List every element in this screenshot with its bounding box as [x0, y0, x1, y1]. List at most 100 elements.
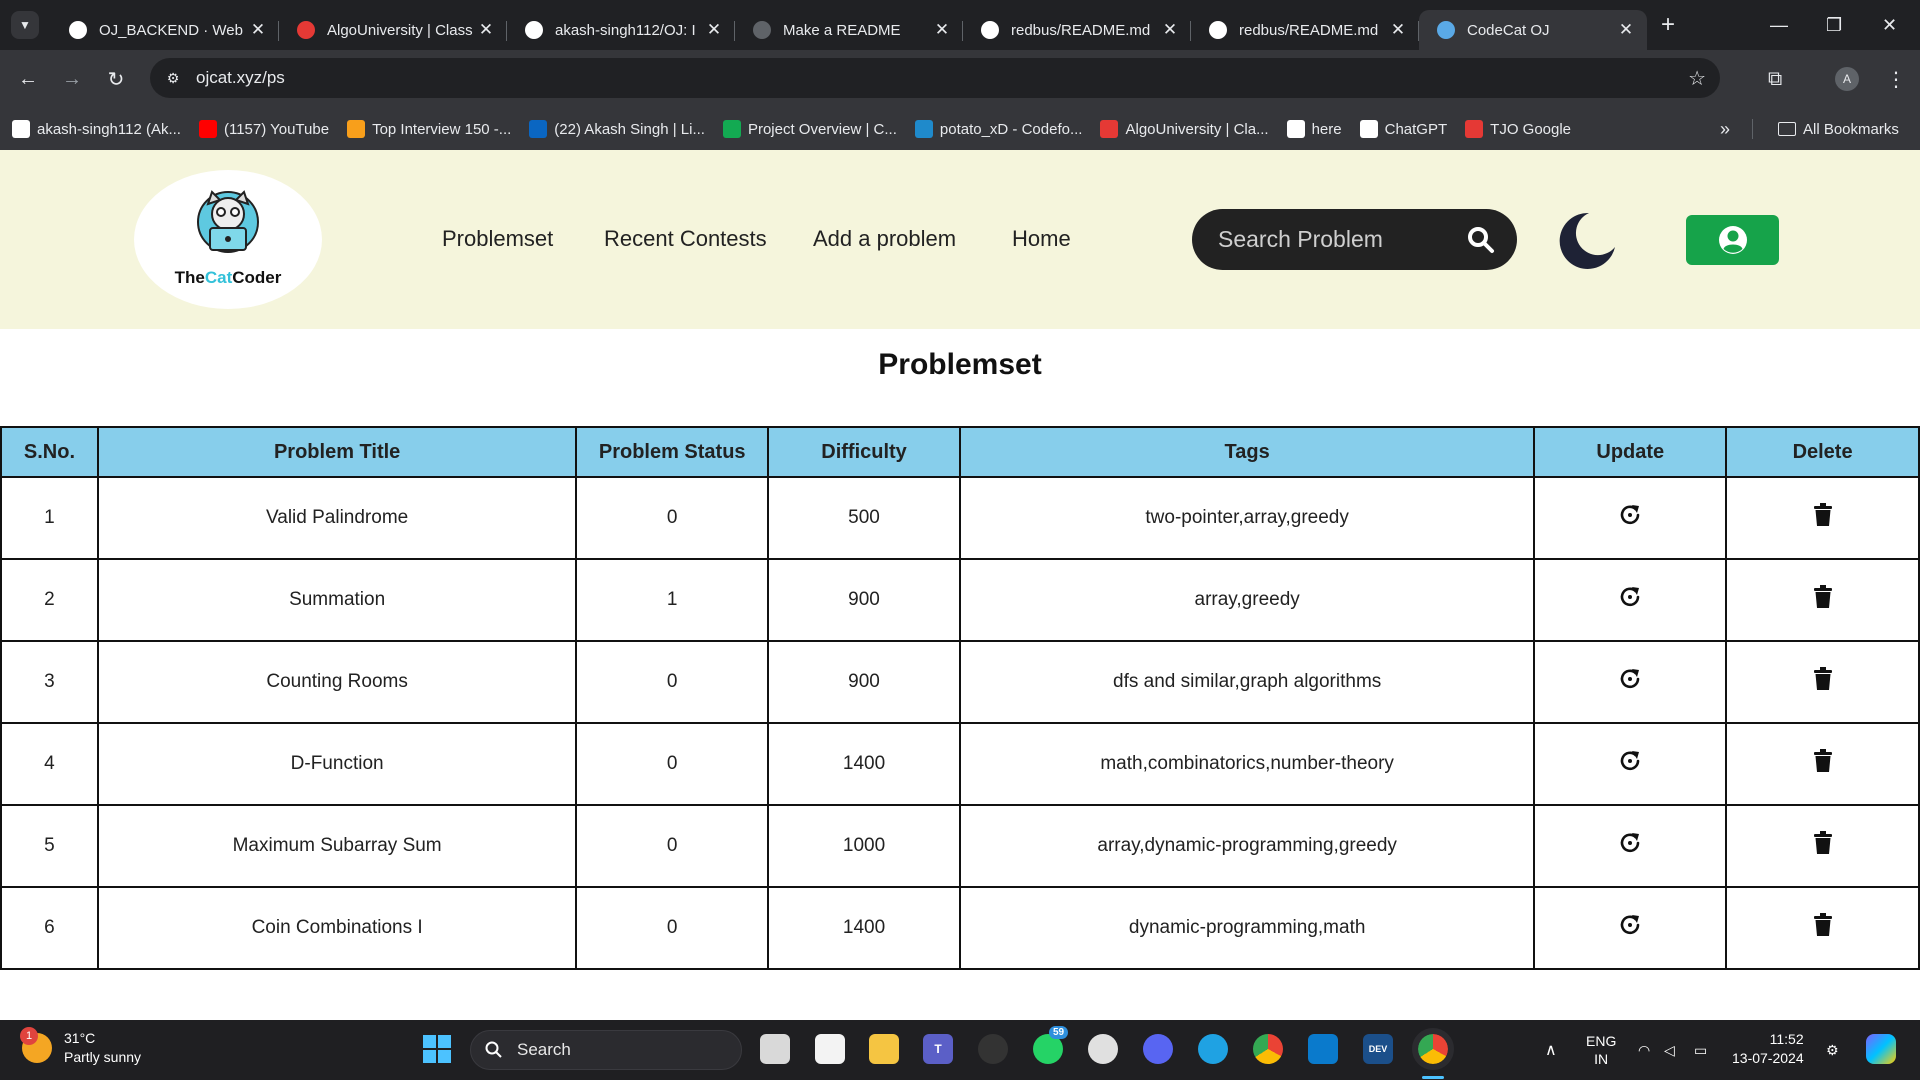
minimize-button[interactable]: —: [1770, 0, 1788, 50]
delete-trash-icon[interactable]: [1812, 831, 1834, 861]
close-tab-icon[interactable]: ✕: [933, 20, 951, 40]
bookmark-star-icon[interactable]: ☆: [1688, 66, 1706, 91]
wifi-icon[interactable]: ◠: [1638, 1020, 1650, 1080]
address-bar[interactable]: ⚙ ojcat.xyz/ps ☆: [150, 58, 1720, 98]
nav-problemset[interactable]: Problemset: [442, 226, 553, 252]
alienware-icon[interactable]: [978, 1034, 1008, 1064]
search-icon[interactable]: [1467, 226, 1495, 254]
tab-title: Make a README: [783, 21, 901, 39]
chrome-active-icon[interactable]: [1412, 1028, 1454, 1070]
delete-trash-icon[interactable]: [1812, 913, 1834, 943]
nav-add-problem[interactable]: Add a problem: [813, 226, 956, 252]
close-tab-icon[interactable]: ✕: [1389, 20, 1407, 40]
weather-widget[interactable]: 1 31°C Partly sunny: [20, 1027, 141, 1067]
close-tab-icon[interactable]: ✕: [249, 20, 267, 40]
close-window-button[interactable]: ✕: [1882, 0, 1897, 50]
devcpp-icon[interactable]: DEV: [1363, 1034, 1393, 1064]
browser-tab[interactable]: redbus/README.md ✕: [1191, 10, 1419, 50]
edge-icon[interactable]: [1198, 1034, 1228, 1064]
delete-trash-icon[interactable]: [1812, 749, 1834, 779]
profile-avatar[interactable]: A: [1835, 50, 1859, 108]
close-tab-icon[interactable]: ✕: [1617, 20, 1635, 40]
tray-chevron-icon[interactable]: ∧: [1545, 1020, 1557, 1080]
bookmark-item[interactable]: Top Interview 150 -...: [347, 120, 511, 138]
forward-icon[interactable]: →: [50, 68, 94, 91]
update-refresh-icon[interactable]: [1617, 502, 1643, 534]
bookmark-item[interactable]: (1157) YouTube: [198, 120, 329, 138]
bookmark-item[interactable]: here: [1286, 120, 1342, 138]
linkedin-icon: [529, 120, 548, 138]
nav-home[interactable]: Home: [1012, 226, 1071, 252]
cell-title[interactable]: Coin Combinations I: [96, 886, 578, 970]
nav-recent-contests[interactable]: Recent Contests: [604, 226, 767, 252]
back-icon[interactable]: ←: [6, 68, 50, 91]
settings-gear-icon[interactable]: ⚙: [1826, 1020, 1839, 1080]
tab-search-button[interactable]: ▼: [11, 11, 39, 39]
browser-tab[interactable]: redbus/README.md ✕: [963, 10, 1191, 50]
extensions-icon[interactable]: ⧉: [1768, 50, 1782, 108]
site-logo[interactable]: TheCatCoder: [134, 170, 322, 309]
bookmark-item[interactable]: potato_xD - Codefo...: [914, 120, 1082, 138]
update-refresh-icon[interactable]: [1617, 584, 1643, 616]
vscode-icon[interactable]: [1308, 1034, 1338, 1064]
user-profile-button[interactable]: [1686, 215, 1779, 265]
cell-title[interactable]: Valid Palindrome: [96, 476, 578, 560]
bookmark-item[interactable]: Project Overview | C...: [722, 120, 897, 138]
restore-button[interactable]: ❐: [1826, 0, 1842, 50]
close-tab-icon[interactable]: ✕: [1161, 20, 1179, 40]
language-indicator[interactable]: ENG IN: [1586, 1020, 1616, 1080]
bookmark-item[interactable]: TJO Google: [1465, 120, 1571, 138]
delete-trash-icon[interactable]: [1812, 585, 1834, 615]
browser-tab[interactable]: AlgoUniversity | Class ✕: [279, 10, 507, 50]
more-bookmarks-icon[interactable]: »: [1720, 119, 1730, 140]
cell-title[interactable]: Counting Rooms: [96, 640, 578, 724]
browser-tab[interactable]: OJ_BACKEND · Web ✕: [51, 10, 279, 50]
site-settings-icon[interactable]: ⚙: [158, 63, 188, 93]
bookmark-item[interactable]: ChatGPT: [1359, 120, 1447, 138]
cell-title[interactable]: Maximum Subarray Sum: [96, 804, 578, 888]
url-text[interactable]: ojcat.xyz/ps: [196, 68, 285, 88]
browser-tab[interactable]: CodeCat OJ ✕: [1419, 10, 1647, 50]
update-refresh-icon[interactable]: [1617, 830, 1643, 862]
all-bookmarks-button[interactable]: All Bookmarks: [1778, 121, 1899, 138]
reload-icon[interactable]: ↻: [94, 67, 138, 92]
clock-app-icon[interactable]: [1088, 1034, 1118, 1064]
volume-icon[interactable]: ◁: [1664, 1020, 1675, 1080]
search-input[interactable]: [1218, 209, 1458, 270]
battery-icon[interactable]: ▭: [1694, 1020, 1707, 1080]
update-refresh-icon[interactable]: [1617, 748, 1643, 780]
whatsapp-badge: 59: [1049, 1026, 1069, 1039]
task-view-icon[interactable]: [760, 1034, 790, 1064]
chrome-icon[interactable]: [1253, 1034, 1283, 1064]
system-clock[interactable]: 11:52 13-07-2024: [1732, 1030, 1804, 1068]
bookmark-item[interactable]: AlgoUniversity | Cla...: [1100, 120, 1269, 138]
browser-tab[interactable]: Make a README ✕: [735, 10, 963, 50]
microsoft-store-icon[interactable]: [815, 1034, 845, 1064]
browser-tab[interactable]: akash-singh112/OJ: I ✕: [507, 10, 735, 50]
leetcode-icon: [347, 120, 366, 138]
delete-trash-icon[interactable]: [1812, 503, 1834, 533]
whatsapp-icon[interactable]: 59: [1033, 1026, 1069, 1064]
bookmark-item[interactable]: (22) Akash Singh | Li...: [529, 120, 705, 138]
cell-title[interactable]: Summation: [96, 558, 578, 642]
delete-trash-icon[interactable]: [1812, 667, 1834, 697]
close-tab-icon[interactable]: ✕: [705, 20, 723, 40]
menu-kebab-icon[interactable]: ⋮: [1886, 50, 1906, 108]
discord-icon[interactable]: [1143, 1034, 1173, 1064]
new-tab-button[interactable]: +: [1661, 11, 1675, 39]
bookmark-item[interactable]: akash-singh112 (Ak...: [12, 120, 181, 138]
file-explorer-icon[interactable]: [869, 1034, 899, 1064]
close-tab-icon[interactable]: ✕: [477, 20, 495, 40]
update-refresh-icon[interactable]: [1617, 666, 1643, 698]
cell-title[interactable]: D-Function: [96, 722, 578, 806]
taskbar-search[interactable]: Search: [470, 1030, 742, 1070]
col-difficulty: Difficulty: [767, 426, 961, 478]
dark-mode-moon-icon[interactable]: [1555, 209, 1617, 271]
windows-start-icon[interactable]: [422, 1034, 452, 1064]
cell-update: [1533, 804, 1728, 888]
tab-title: OJ_BACKEND · Web: [99, 21, 243, 39]
teams-icon[interactable]: T: [923, 1034, 953, 1064]
update-refresh-icon[interactable]: [1617, 912, 1643, 944]
copilot-icon[interactable]: [1866, 1034, 1896, 1064]
browser-toolbar: ← → ↻ ⚙ ojcat.xyz/ps ☆ ⧉ A ⋮: [0, 50, 1920, 108]
